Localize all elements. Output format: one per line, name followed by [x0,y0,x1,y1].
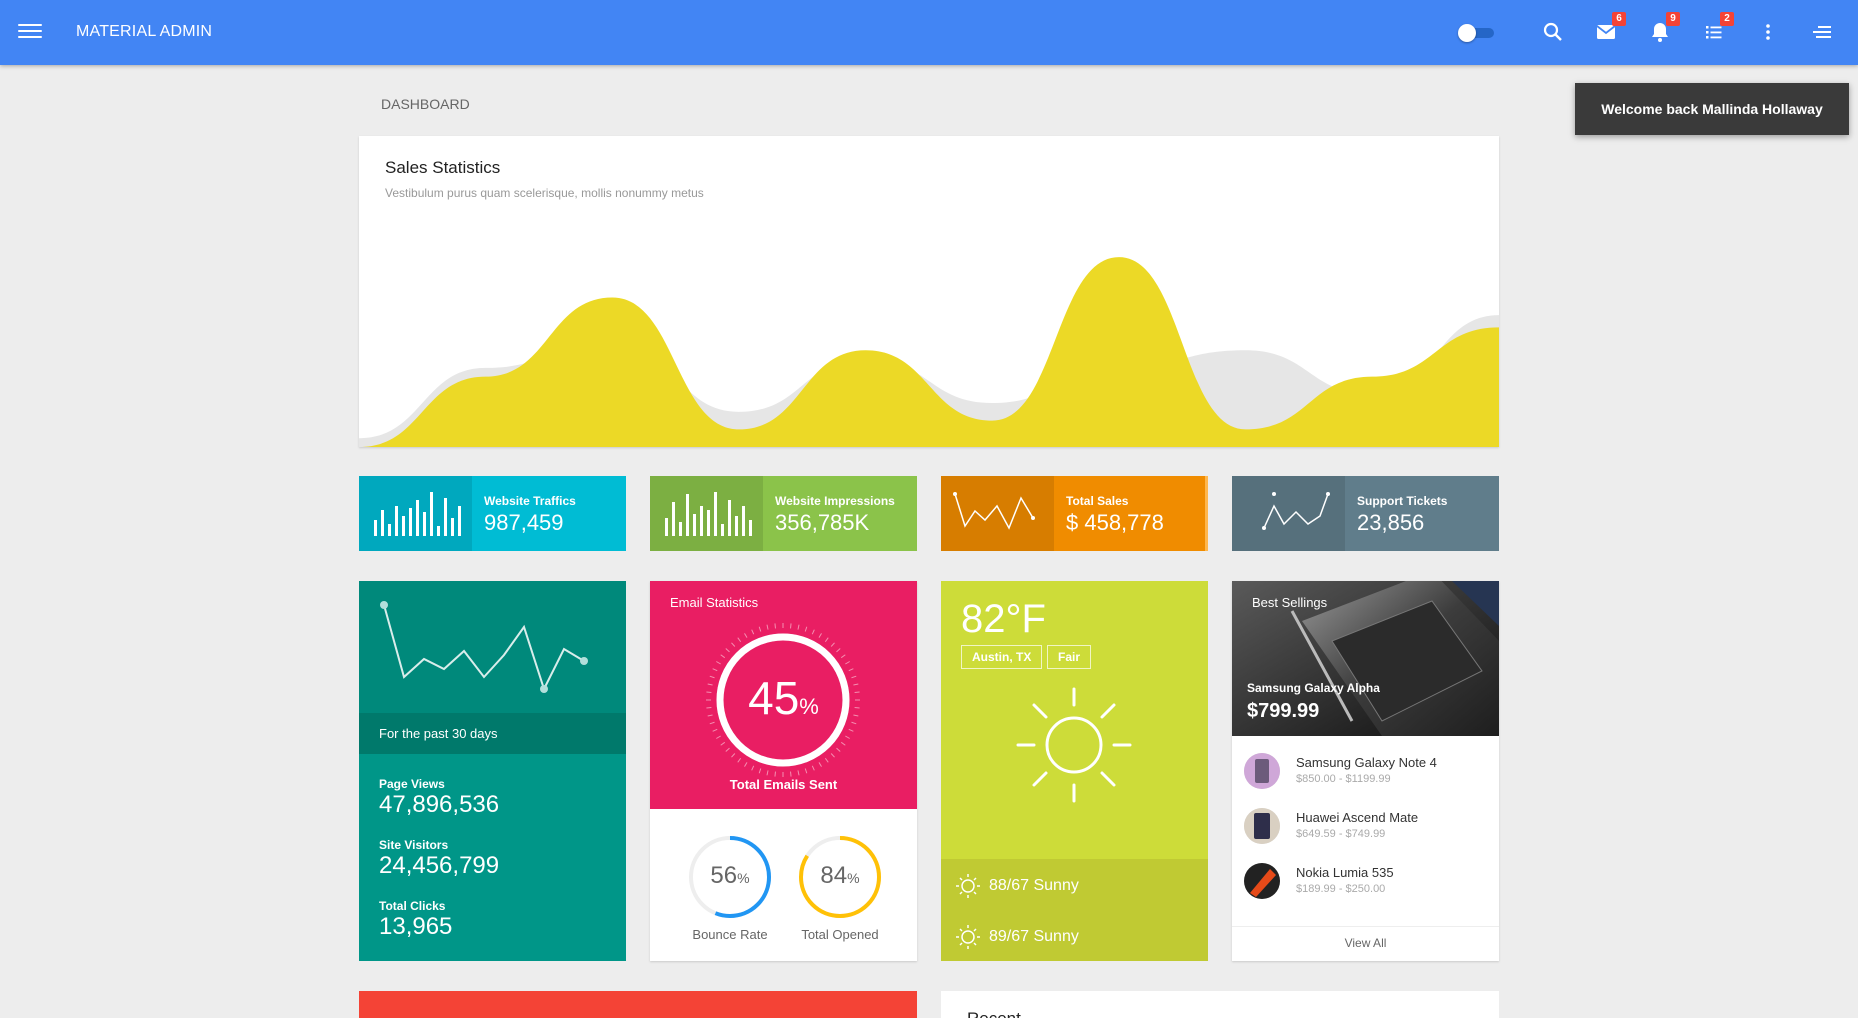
email-percent: 45% [748,672,819,724]
featured-price: $799.99 [1247,700,1320,722]
top-app-bar: MATERIAL ADMIN 6 9 2 [0,0,1858,65]
sales-sparkline [941,476,1054,551]
breadcrumb: DASHBOARD [381,96,470,112]
best-sellings-card: Best Sellings Samsung Galaxy Alpha $799.… [1232,581,1499,961]
product-price: $850.00 - $1199.99 [1296,773,1391,785]
location-tag: Austin, TX [961,645,1043,669]
page-views-value: 47,896,536 [379,791,500,818]
tickets-sparkline [1232,476,1345,551]
stat-card-tickets[interactable]: Support Tickets 23,856 [1232,476,1499,551]
opened-label: Total Opened [801,927,879,942]
product-price: $649.59 - $749.99 [1296,828,1386,840]
bell-icon[interactable]: 9 [1648,12,1680,46]
sales-title: Sales Statistics [385,158,501,177]
forecast-row: 88/67 Sunny [955,873,1079,899]
mail-icon[interactable]: 6 [1594,12,1626,46]
list-item[interactable]: Samsung Galaxy Note 4 $850.00 - $1199.99 [1244,749,1494,793]
featured-product[interactable]: Best Sellings Samsung Galaxy Alpha $799.… [1232,581,1499,736]
recent-title: Recent [967,1009,1021,1018]
list-item[interactable]: Huawei Ascend Mate $649.59 - $749.99 [1244,804,1494,848]
stat-value: 987,459 [484,510,564,535]
product-price: $189.99 - $250.00 [1296,883,1386,895]
stat-label: Website Traffics [484,494,576,508]
traffic-line-chart [359,581,626,713]
stat-value: 356,785K [775,510,870,535]
best-sellings-title: Best Sellings [1252,595,1328,610]
bottom-white-card: Recent [941,991,1499,1018]
opened-value: 84% [820,862,860,889]
menu-icon[interactable] [18,20,42,44]
total-clicks-value: 13,965 [379,913,453,940]
stat-value: 23,856 [1357,510,1425,535]
search-icon[interactable] [1541,20,1567,46]
more-vert-icon[interactable] [1756,20,1782,46]
product-thumbnail [1244,753,1280,789]
weather-card: 82°F Austin, TX Fair 88/67 Sunny 89/67 S… [941,581,1208,961]
traffic-card: For the past 30 days Page Views 47,896,5… [359,581,626,961]
stat-value: $ 458,778 [1066,510,1164,535]
theme-toggle[interactable] [1458,24,1494,42]
featured-name: Samsung Galaxy Alpha [1247,681,1380,695]
site-visitors-label: Site Visitors [379,838,449,852]
list-item[interactable]: Nokia Lumia 535 $189.99 - $250.00 [1244,859,1494,903]
site-visitors-value: 24,456,799 [379,852,500,879]
sidebar-toggle-icon[interactable] [1810,20,1836,46]
stat-label: Total Sales [1066,494,1129,508]
traffic-bars [359,476,472,551]
product-name: Samsung Galaxy Note 4 [1296,755,1437,770]
total-clicks-label: Total Clicks [379,899,446,913]
sales-series-1 [359,257,1499,447]
task-list-icon[interactable]: 2 [1702,12,1734,46]
small-sun-icon [956,925,980,949]
temperature: 82°F [961,597,1046,641]
stat-card-sales[interactable]: Total Sales $ 458,778 [941,476,1208,551]
notifications-badge: 9 [1666,12,1680,26]
sun-icon [1016,687,1132,803]
traffic-caption: For the past 30 days [359,713,626,754]
product-name: Huawei Ascend Mate [1296,810,1419,825]
forecast: 88/67 Sunny 89/67 Sunny [941,859,1208,961]
sales-subtitle: Vestibulum purus quam scelerisque, molli… [385,186,704,200]
impressions-bars [650,476,763,551]
product-thumbnail [1244,808,1280,844]
app-title: MATERIAL ADMIN [76,23,213,40]
view-all-link[interactable]: View All [1232,926,1499,961]
bounce-label: Bounce Rate [692,927,768,942]
bottom-red-card [359,991,917,1018]
email-statistics-card: Email Statistics 45% Total Emails Sent 5… [650,581,917,961]
stat-label: Website Impressions [775,494,895,508]
email-caption: Total Emails Sent [729,777,838,792]
small-sun-icon [956,874,980,898]
product-thumbnail [1244,863,1280,899]
welcome-toast: Welcome back Mallinda Hollaway [1575,83,1849,135]
bounce-value: 56% [710,862,750,889]
tasks-badge: 2 [1720,12,1734,26]
mail-badge: 6 [1612,12,1626,26]
sales-area-chart [359,257,1499,447]
condition-tag: Fair [1047,645,1092,669]
page-views-label: Page Views [379,777,445,791]
stat-label: Support Tickets [1357,494,1448,508]
forecast-row: 89/67 Sunny [955,924,1079,950]
stat-card-traffic[interactable]: Website Traffics 987,459 [359,476,626,551]
product-name: Nokia Lumia 535 [1296,865,1394,880]
sales-statistics-card: Sales Statistics Vestibulum purus quam s… [359,136,1499,447]
stat-card-impressions[interactable]: Website Impressions 356,785K [650,476,917,551]
